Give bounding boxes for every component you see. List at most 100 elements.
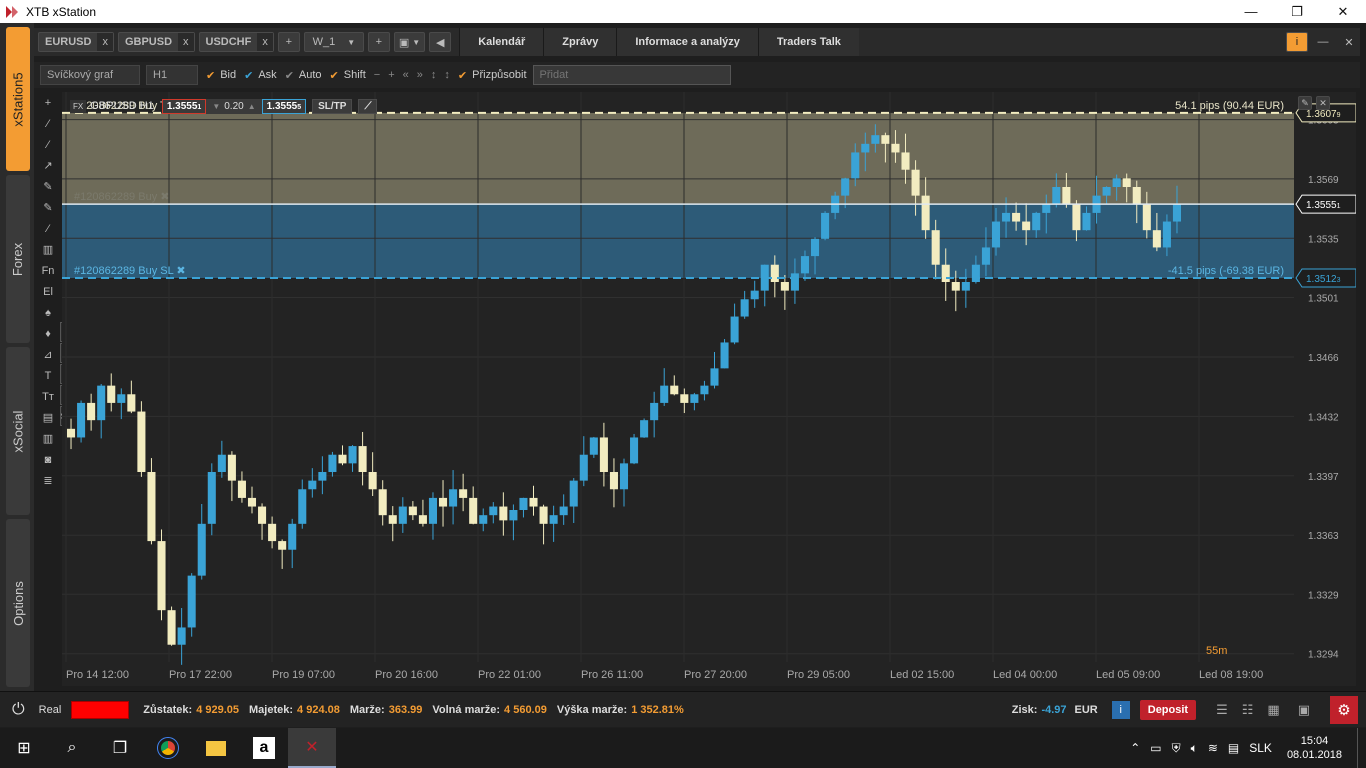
candle-body: [408, 506, 417, 516]
close-tab-icon[interactable]: x: [178, 33, 194, 51]
draw-tool-13-icon[interactable]: T: [38, 365, 58, 386]
layout-alt-icon[interactable]: ▦: [1267, 702, 1279, 718]
customize-checkbox[interactable]: ✔ Přizpůsobit: [458, 69, 527, 82]
auto-checkbox[interactable]: ✔ Auto: [285, 69, 322, 82]
layout-select[interactable]: ▣ ▼: [393, 32, 426, 52]
price-chart[interactable]: #120862289 Buy TP ✖#120862289 Buy ✖#1208…: [62, 92, 1356, 686]
nav-tab-traders-talk[interactable]: Traders Talk: [757, 28, 859, 56]
layout-grid-icon[interactable]: ☷: [1242, 702, 1254, 718]
close-tab-icon[interactable]: x: [257, 33, 273, 51]
x-tick-label: Pro 17 22:00: [169, 669, 232, 681]
nav-tab-calendar[interactable]: Kalendář: [459, 28, 544, 56]
rail-tab-forex[interactable]: Forex: [6, 175, 30, 343]
draw-tool-18-icon[interactable]: ≣: [38, 470, 58, 491]
scroll-right-fast-icon[interactable]: »: [417, 69, 423, 81]
candle-body: [650, 402, 659, 421]
chrome-icon[interactable]: [144, 728, 192, 768]
windows-start-icon[interactable]: ⊞: [0, 728, 48, 768]
input-icon[interactable]: ▤: [1228, 741, 1239, 755]
add-tab-button[interactable]: +: [277, 32, 300, 52]
zoom-in-icon[interactable]: +: [388, 69, 394, 81]
buy-price-button[interactable]: 1.35555: [261, 98, 307, 114]
zoom-out-icon[interactable]: −: [374, 69, 380, 81]
settings-gear-icon[interactable]: ⚙: [1330, 695, 1358, 724]
draw-tool-8-icon[interactable]: Fn: [38, 260, 58, 281]
draw-tool-15-icon[interactable]: ▤: [38, 407, 58, 428]
language-indicator[interactable]: SLK: [1249, 741, 1272, 755]
candle-body: [1032, 212, 1041, 231]
volume-icon[interactable]: 🔈︎: [1191, 741, 1198, 756]
candle-body: [921, 195, 930, 231]
close-panel-icon[interactable]: ✕: [1338, 32, 1360, 52]
wifi-icon[interactable]: ≋: [1208, 741, 1218, 755]
draw-tool-14-icon[interactable]: Tт: [38, 386, 58, 407]
info-icon[interactable]: i: [1286, 32, 1308, 52]
clock[interactable]: 15:04 08.01.2018: [1287, 734, 1342, 762]
draw-tool-1-icon[interactable]: ⁄: [38, 113, 58, 134]
calendar-icon[interactable]: ▣: [1298, 702, 1310, 718]
draw-tool-4-icon[interactable]: ✎: [38, 176, 58, 197]
security-icon[interactable]: ⛨: [1172, 741, 1181, 756]
edit-chart-icon[interactable]: ✎: [1298, 96, 1312, 110]
bid-checkbox[interactable]: ✔ Bid: [206, 69, 236, 82]
scroll-left-fast-icon[interactable]: «: [403, 69, 409, 81]
draw-tool-17-icon[interactable]: ◙: [38, 449, 58, 470]
draw-tool-5-icon[interactable]: ✎: [38, 197, 58, 218]
close-chart-icon[interactable]: ✕: [1316, 96, 1330, 110]
candle-body: [398, 506, 407, 524]
file-explorer-icon[interactable]: [192, 728, 240, 768]
close-button[interactable]: ✕: [1320, 0, 1366, 23]
chevron-up-icon[interactable]: ⌃: [1130, 741, 1140, 755]
task-view-icon[interactable]: ❐: [96, 728, 144, 768]
symbol-tab-usdchf[interactable]: USDCHF x: [198, 32, 274, 52]
xtb-app-icon[interactable]: ✕: [288, 728, 336, 768]
candle-body: [227, 454, 236, 481]
draw-tool-16-icon[interactable]: ▥: [38, 428, 58, 449]
draw-tool-3-icon[interactable]: ↗: [38, 155, 58, 176]
sltp-button[interactable]: SL/TP: [312, 98, 353, 114]
symbol-tab-eurusd[interactable]: EURUSD x: [38, 32, 114, 52]
draw-tool-10-icon[interactable]: ♠: [38, 302, 58, 323]
collapse-arrow-button[interactable]: ◀: [429, 32, 452, 52]
workspace-select[interactable]: W_1 ▼: [303, 32, 364, 52]
shift-checkbox[interactable]: ✔ Shift: [330, 69, 366, 82]
draw-tool-9-icon[interactable]: El: [38, 281, 58, 302]
sell-price-button[interactable]: 1.35551: [161, 98, 207, 114]
chart-type-select[interactable]: Svíčkový graf: [40, 65, 140, 85]
rail-tab-options[interactable]: Options: [6, 519, 30, 687]
draw-tool-12-icon[interactable]: ⊿: [38, 344, 58, 365]
draw-tool-6-icon[interactable]: ⁄: [38, 218, 58, 239]
draw-tool-11-icon[interactable]: ♦: [38, 323, 58, 344]
scale-vertical-alt-icon[interactable]: ↕: [444, 69, 450, 81]
network-icon[interactable]: ▭: [1150, 741, 1161, 755]
nav-tab-news[interactable]: Zprávy: [543, 28, 617, 56]
scale-vertical-icon[interactable]: ↕: [431, 69, 437, 81]
draw-tool-2-icon[interactable]: ⁄: [38, 134, 58, 155]
rail-tab-xsocial[interactable]: xSocial: [6, 347, 30, 515]
show-desktop[interactable]: [1357, 728, 1361, 768]
trend-icon[interactable]: ⟋: [358, 98, 378, 114]
search-icon[interactable]: ⌕: [48, 728, 96, 768]
symbol-tab-gbpusd[interactable]: GBPUSD x: [117, 32, 195, 52]
minimize-button[interactable]: —: [1228, 0, 1274, 23]
timeframe-select[interactable]: H1: [146, 65, 198, 85]
layout-wide-icon[interactable]: ☰: [1216, 702, 1228, 718]
draw-tool-0-icon[interactable]: +: [38, 92, 58, 113]
candle-body: [107, 385, 116, 403]
ask-checkbox[interactable]: ✔ Ask: [244, 69, 277, 82]
info-icon[interactable]: i: [1111, 700, 1130, 719]
draw-tool-7-icon[interactable]: ▥: [38, 239, 58, 260]
rail-tab-xstation[interactable]: xStation5: [6, 27, 30, 171]
close-tab-icon[interactable]: x: [97, 33, 113, 51]
chart-panel[interactable]: #120862289 Buy TP ✖ #120862289 Buy ✖ #1208…: [62, 92, 1356, 686]
maximize-button[interactable]: ❐: [1274, 0, 1320, 23]
power-icon[interactable]: ⏻: [12, 701, 25, 719]
add-workspace-button[interactable]: +: [367, 32, 390, 52]
amazon-icon[interactable]: a: [240, 728, 288, 768]
nav-tab-analysis[interactable]: Informace a analýzy: [616, 28, 758, 56]
deposit-button[interactable]: Deposit: [1139, 699, 1197, 720]
candle-body: [127, 394, 136, 412]
add-indicator-input[interactable]: [532, 65, 731, 85]
minimize-panel-icon[interactable]: —: [1312, 32, 1334, 52]
candle-body: [851, 152, 860, 179]
